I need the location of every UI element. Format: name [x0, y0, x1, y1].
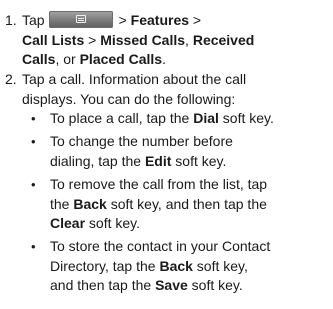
bullet-text: the: [50, 195, 74, 212]
separator: >: [189, 12, 202, 28]
bullet-glyph: •: [31, 134, 36, 149]
list-item-text: To store the contact in your Contact Dir…: [50, 237, 333, 296]
bullet-text: To change the number before: [50, 133, 233, 149]
menu-path-features: Features: [130, 12, 190, 28]
menu-path-placed-calls: Placed Calls: [79, 51, 163, 67]
bullet-text: soft key.: [85, 215, 141, 231]
step-body: Tap > Features > Call Lists > Missed Call…: [22, 11, 333, 70]
bullet-glyph: •: [31, 111, 36, 126]
step-line: Call Lists > Missed Calls, Received: [22, 31, 333, 51]
instructions-page: 1. Tap > Features > Call Lists > Missed C…: [0, 0, 333, 309]
softkey-back: Back: [159, 257, 193, 274]
menu-softkey-icon: [48, 11, 113, 28]
bullet-text: soft key.: [218, 110, 274, 126]
bullet-text: soft key.: [171, 152, 227, 169]
separator: ,: [185, 31, 193, 48]
list-item-text: To remove the call from the list, tap th…: [50, 175, 333, 234]
step-body: Tap a call. Information about the call d…: [22, 70, 333, 293]
softkey-dial: Dial: [193, 110, 219, 126]
menu-path-call-lists: Call Lists: [22, 31, 85, 48]
softkey-edit: Edit: [144, 152, 172, 169]
bullet-glyph: •: [31, 177, 36, 192]
bullet-glyph: •: [31, 239, 36, 254]
bullet-text: To remove the call from the list, tap: [50, 176, 268, 192]
menu-path-missed-calls: Missed Calls: [100, 31, 186, 48]
list-item-text: To place a call, tap the Dial soft key.: [50, 109, 333, 129]
step-number: 2.: [5, 71, 17, 87]
bullet-text: Directory, tap the: [50, 257, 160, 274]
separator: >: [118, 12, 131, 28]
menu-list-icon: [75, 15, 86, 23]
bullet-text: soft key,: [192, 257, 248, 274]
separator: , or: [55, 51, 80, 67]
step-line: Tap > Features >: [22, 11, 333, 31]
bullet-text: and then tap the: [50, 277, 156, 293]
bullet-text: soft key, and then tap the: [106, 195, 267, 212]
step-line: Calls, or Placed Calls.: [22, 50, 333, 70]
bullet-text: dialing, tap the: [50, 152, 145, 169]
bullet-text: To place a call, tap the: [50, 110, 194, 126]
step-text: Tap: [22, 12, 45, 28]
menu-path-received-calls: Received: [192, 31, 255, 48]
separator: .: [162, 51, 166, 67]
step-line: Tap a call. Information about the call: [22, 71, 247, 87]
bullet-text: To store the contact in your Contact: [50, 238, 271, 254]
softkey-back: Back: [73, 195, 107, 212]
step-line: displays. You can do the following:: [22, 90, 236, 107]
softkey-save: Save: [155, 277, 188, 293]
separator: >: [84, 31, 101, 48]
menu-path-received-calls: Calls: [22, 51, 56, 67]
step-number: 1.: [5, 12, 17, 28]
bullet-text: soft key.: [187, 277, 243, 293]
softkey-clear: Clear: [50, 215, 86, 231]
list-item-text: To change the number before dialing, tap…: [50, 132, 333, 171]
